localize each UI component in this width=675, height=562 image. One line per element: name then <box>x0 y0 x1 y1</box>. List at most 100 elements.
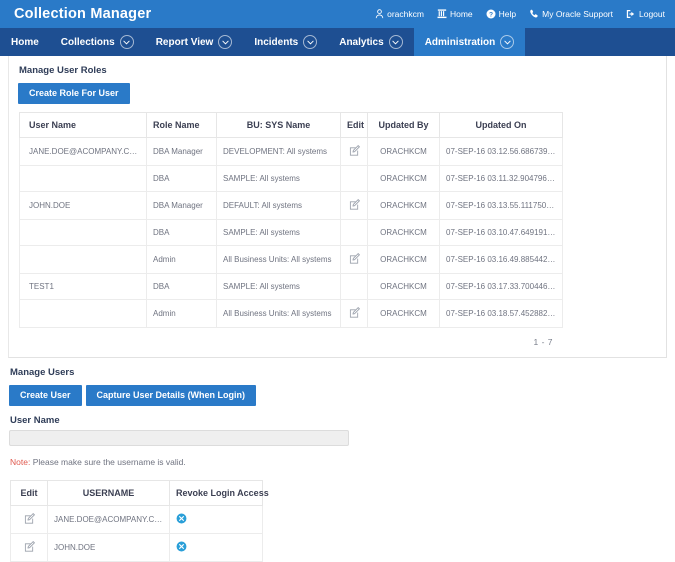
cell-role-name: DBA Manager <box>146 191 217 220</box>
header-link-user[interactable]: orachkcm <box>375 9 424 19</box>
cell-bu-sys-name: SAMPLE: All systems <box>216 273 341 300</box>
cell-edit[interactable] <box>10 533 48 562</box>
cell-user-name <box>19 299 147 328</box>
header-link-support[interactable]: My Oracle Support <box>529 9 613 19</box>
create-role-for-user-button[interactable]: Create Role For User <box>18 83 130 104</box>
cell-bu-sys-name: SAMPLE: All systems <box>216 219 341 246</box>
nav-item-home[interactable]: Home <box>0 28 50 56</box>
column-header-edit: Edit <box>10 480 48 506</box>
cell-edit[interactable] <box>10 505 48 534</box>
table-row: Admin All Business Units: All systems ORAC… <box>19 245 563 274</box>
manage-roles-title: Manage User Roles <box>19 65 107 76</box>
table-row: Admin All Business Units: All systems ORAC… <box>19 299 563 328</box>
cell-updated-on: 07-SEP-16 03.16.49.885442 AM <box>439 245 563 274</box>
nav-item-collections[interactable]: Collections <box>50 28 145 56</box>
cell-edit[interactable] <box>340 245 368 274</box>
edit-pencil-icon[interactable] <box>349 253 360 266</box>
cell-edit[interactable] <box>340 191 368 220</box>
header-link-logout[interactable]: Logout <box>626 9 665 19</box>
user-name-input[interactable] <box>9 430 349 446</box>
cell-user-name: TEST1 <box>19 273 147 300</box>
cell-revoke[interactable] <box>169 505 263 534</box>
header-link-help[interactable]: ? Help <box>486 9 516 19</box>
cell-edit[interactable] <box>340 299 368 328</box>
header-support-label: My Oracle Support <box>542 9 613 19</box>
nav-item-label: Incidents <box>254 36 299 48</box>
cell-updated-by: ORACHKCM <box>367 273 440 300</box>
chevron-down-icon[interactable] <box>218 35 233 49</box>
edit-pencil-icon[interactable] <box>349 199 360 212</box>
users-table: Edit USERNAME Revoke Login Access JANE.D… <box>10 480 269 562</box>
cell-updated-on: 07-SEP-16 03.18.57.452882 AM <box>439 299 563 328</box>
create-user-button[interactable]: Create User <box>9 385 82 406</box>
column-header-role-name: Role Name <box>146 112 217 138</box>
nav-item-label: Report View <box>155 36 214 48</box>
nav-item-analytics[interactable]: Analytics <box>328 28 413 56</box>
edit-pencil-icon[interactable] <box>349 307 360 320</box>
cell-user-name <box>19 219 147 246</box>
cell-username: JOHN.DOE <box>47 533 170 562</box>
app-header: Collection Manager orachkcm Home ? Help … <box>0 0 675 28</box>
table-row: JANE.DOE@ACOMPANY.COM <box>10 505 263 534</box>
header-home-label: Home <box>449 9 473 19</box>
header-logout-label: Logout <box>639 9 665 19</box>
manage-user-roles-panel: Manage User Roles Create Role For User U… <box>8 56 667 358</box>
cell-updated-on: 07-SEP-16 03.17.33.700446 AM <box>439 273 563 300</box>
cell-role-name: Admin <box>146 299 217 328</box>
help-icon: ? <box>486 9 496 19</box>
header-link-home[interactable]: Home <box>437 9 473 19</box>
roles-pagination[interactable]: 1 - 7 <box>19 328 562 349</box>
logout-icon <box>626 9 636 19</box>
cell-bu-sys-name: All Business Units: All systems <box>216 245 341 274</box>
chevron-down-icon[interactable] <box>303 35 318 49</box>
header-username-label: orachkcm <box>387 9 424 19</box>
column-header-revoke-login-access: Revoke Login Access <box>169 480 269 506</box>
cell-edit[interactable] <box>340 137 368 166</box>
cell-bu-sys-name: DEVELOPMENT: All systems <box>216 137 341 166</box>
cell-updated-by: ORACHKCM <box>367 137 440 166</box>
table-row: JANE.DOE@ACOMPANY.COM DBA Manager DEVELOPM… <box>19 137 563 166</box>
cell-role-name: DBA <box>146 219 217 246</box>
cell-revoke[interactable] <box>169 533 263 562</box>
capture-user-details-button[interactable]: Capture User Details (When Login) <box>85 385 257 406</box>
nav-item-label: Home <box>11 36 39 48</box>
table-header-row: User Name Role Name BU: SYS Name Edit Up… <box>19 112 563 138</box>
revoke-login-access-icon[interactable] <box>176 513 187 526</box>
edit-pencil-icon[interactable] <box>349 145 360 158</box>
nav-item-report-view[interactable]: Report View <box>145 28 244 56</box>
table-row: JOHN.DOE <box>10 533 263 562</box>
note-text: Please make sure the username is valid. <box>30 457 186 467</box>
nav-item-label: Analytics <box>339 36 384 48</box>
cell-bu-sys-name: SAMPLE: All systems <box>216 165 341 192</box>
table-row: JOHN.DOE DBA Manager DEFAULT: All systems O… <box>19 191 563 220</box>
manage-users-title: Manage Users <box>10 367 75 378</box>
chevron-down-icon[interactable] <box>500 35 515 49</box>
column-header-username: USERNAME <box>47 480 170 506</box>
column-header-updated-by: Updated By <box>367 112 440 138</box>
cell-role-name: DBA Manager <box>146 137 217 166</box>
column-header-user-name: User Name <box>19 112 147 138</box>
revoke-login-access-icon[interactable] <box>176 541 187 554</box>
edit-pencil-icon[interactable] <box>24 513 35 526</box>
user-icon <box>375 9 384 19</box>
cell-updated-by: ORACHKCM <box>367 299 440 328</box>
phone-icon <box>529 9 539 19</box>
main-nav: Home Collections Report View Incidents A… <box>0 28 675 56</box>
chevron-down-icon[interactable] <box>388 35 403 49</box>
cell-updated-on: 07-SEP-16 03.11.32.904796 AM <box>439 165 563 192</box>
manage-users-toolbar: Create User Capture User Details (When L… <box>9 385 675 406</box>
cell-updated-by: ORACHKCM <box>367 219 440 246</box>
cell-updated-by: ORACHKCM <box>367 245 440 274</box>
nav-item-administration[interactable]: Administration <box>413 28 526 56</box>
cell-user-name <box>19 245 147 274</box>
cell-role-name: DBA <box>146 273 217 300</box>
column-header-edit: Edit <box>340 112 368 138</box>
home-icon <box>437 9 447 19</box>
edit-pencil-icon[interactable] <box>24 541 35 554</box>
chevron-down-icon[interactable] <box>119 35 134 49</box>
nav-item-incidents[interactable]: Incidents <box>243 28 328 56</box>
cell-bu-sys-name: All Business Units: All systems <box>216 299 341 328</box>
user-name-label: User Name <box>10 415 60 426</box>
cell-role-name: DBA <box>146 165 217 192</box>
cell-updated-on: 07-SEP-16 03.12.56.686739 AM <box>439 137 563 166</box>
